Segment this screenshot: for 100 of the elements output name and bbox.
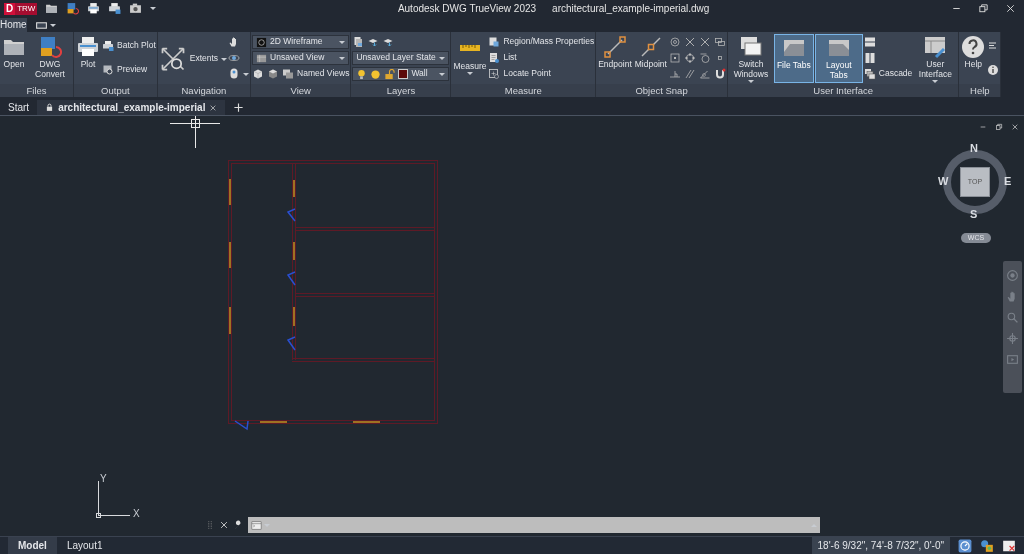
restore-icon[interactable]: [995, 123, 1003, 131]
parallel-icon[interactable]: [683, 68, 696, 80]
named-views-icon: [282, 68, 295, 80]
perpendicular-icon[interactable]: [668, 68, 681, 80]
ribbon-button[interactable]: File Tabs: [773, 34, 814, 83]
close-icon[interactable]: [1005, 3, 1016, 14]
ribbon-button[interactable]: Switch Windows: [728, 34, 773, 83]
square-target-icon[interactable]: [668, 52, 681, 64]
coordinates-readout: 18'-6 9/32", 74'-8 7/32", 0'-0": [811, 537, 950, 554]
plus-icon[interactable]: [233, 102, 245, 113]
ribbon-tab[interactable]: Home: [0, 18, 27, 32]
ribbon-button[interactable]: Endpoint: [597, 34, 633, 83]
steering-wheel-icon[interactable]: [228, 68, 241, 80]
printer-icon[interactable]: [108, 2, 122, 15]
ribbon-button[interactable]: Layout Tabs: [814, 34, 863, 83]
ribbon-button[interactable]: DWG Convert: [28, 34, 72, 83]
caret-icon: [339, 55, 346, 61]
ribbon-button[interactable]: Help: [960, 34, 987, 83]
list-icon: [488, 52, 501, 64]
ribbon-button[interactable]: Measure: [452, 34, 488, 83]
compass-letter[interactable]: N: [970, 142, 978, 155]
compass-letter[interactable]: E: [1004, 175, 1012, 188]
magnet-icon[interactable]: [713, 68, 726, 80]
endpoint-icon: [603, 35, 627, 59]
panel-title: Measure: [451, 84, 596, 97]
logo-letter: D: [4, 2, 16, 15]
ribbon-button[interactable]: Open: [1, 34, 27, 83]
caret-icon: [49, 22, 56, 28]
cross-icon[interactable]: [683, 36, 696, 48]
preview-icon: [102, 64, 114, 76]
layer-dropdown[interactable]: Wall: [352, 67, 450, 81]
window-title: Autodesk DWG TrueView 2023: [397, 2, 537, 15]
shaded-cube-icon[interactable]: [267, 68, 280, 80]
dropdown[interactable]: Unsaved View: [252, 51, 350, 65]
cube-icon[interactable]: [252, 68, 265, 80]
caret-icon[interactable]: [243, 71, 250, 77]
axis-label: X: [133, 508, 140, 519]
printer-icon[interactable]: [87, 2, 101, 15]
panel-title: Layers: [351, 84, 451, 97]
ribbon-button[interactable]: Cascade: [863, 68, 913, 80]
wireframe-icon: [256, 36, 268, 48]
file-tab[interactable]: Start: [0, 100, 38, 115]
tile-vertical-icon[interactable]: [863, 52, 876, 64]
panel-title: Object Snap: [596, 84, 727, 97]
ribbon-button[interactable]: Batch Plot: [102, 40, 156, 52]
dropdown[interactable]: Unsaved Layer State: [352, 51, 450, 65]
dropdown[interactable]: 2D Wireframe: [252, 35, 350, 49]
printer-icon: [102, 40, 114, 52]
block-icon[interactable]: [713, 36, 726, 48]
grip-icon[interactable]: [205, 520, 215, 530]
ucs-icon: [96, 480, 131, 518]
circle-target-icon[interactable]: [668, 36, 681, 48]
ribbon-button[interactable]: Plot: [75, 34, 101, 83]
crosshair-cursor: [169, 116, 221, 149]
panel-title: User Interface: [727, 84, 959, 97]
compass-letter[interactable]: S: [970, 208, 978, 221]
layout-tab[interactable]: Model: [8, 537, 57, 554]
circle-tangent-icon[interactable]: [698, 52, 711, 64]
ribbon-button[interactable]: Named Views: [282, 68, 350, 80]
fullscreen-icon[interactable]: [1002, 538, 1016, 553]
panel-title: Help: [959, 84, 1001, 97]
logo-text: TRW: [15, 2, 38, 15]
document-convert-icon: [38, 35, 62, 59]
layout-tab[interactable]: Layout1: [56, 537, 113, 554]
tile-horizontal-icon[interactable]: [863, 36, 876, 48]
document-convert-icon[interactable]: [66, 2, 80, 15]
ribbon-button[interactable]: Region/Mass Properties: [488, 36, 595, 48]
cascade-icon: [863, 68, 876, 80]
ribbon-button[interactable]: List: [488, 52, 517, 64]
ribbon-button[interactable]: Extents: [158, 34, 228, 84]
dial-icon[interactable]: [958, 538, 972, 553]
camera-icon[interactable]: [129, 2, 143, 15]
diamond-circle-icon[interactable]: [683, 52, 696, 64]
close-icon[interactable]: [1011, 123, 1019, 131]
panel-title: Files: [0, 84, 73, 97]
help-icon: [961, 35, 986, 59]
windows-icon: [738, 35, 763, 59]
caret-icon[interactable]: [150, 6, 157, 11]
workspace-icon[interactable]: [980, 538, 994, 553]
ribbon-button[interactable]: Preview: [102, 64, 148, 76]
compass-letter[interactable]: W: [938, 175, 949, 188]
ribbon-button[interactable]: Locate Point: [488, 68, 551, 80]
view-icon: [256, 52, 268, 64]
document-title: architectural_example-imperial.dwg: [552, 2, 710, 15]
panel-title: View: [251, 84, 351, 97]
info-icon[interactable]: [987, 64, 1000, 76]
close-icon[interactable]: [219, 520, 229, 530]
restore-icon[interactable]: [978, 3, 989, 14]
ribbon-button[interactable]: Midpoint: [633, 34, 668, 83]
window-wrench-icon: [923, 35, 948, 59]
panel-title: Navigation: [157, 84, 251, 97]
layers-icon[interactable]: [352, 36, 365, 48]
cross-icon[interactable]: [698, 36, 711, 48]
panel-title: Output: [74, 84, 157, 97]
folder-icon[interactable]: [45, 2, 59, 15]
file-tab[interactable]: architectural_example-imperial: [37, 100, 226, 115]
axis-label: Y: [100, 473, 107, 484]
command-line-field[interactable]: [248, 517, 820, 533]
terminal-icon: [251, 519, 262, 531]
ribbon-button[interactable]: User Interface: [913, 34, 958, 83]
